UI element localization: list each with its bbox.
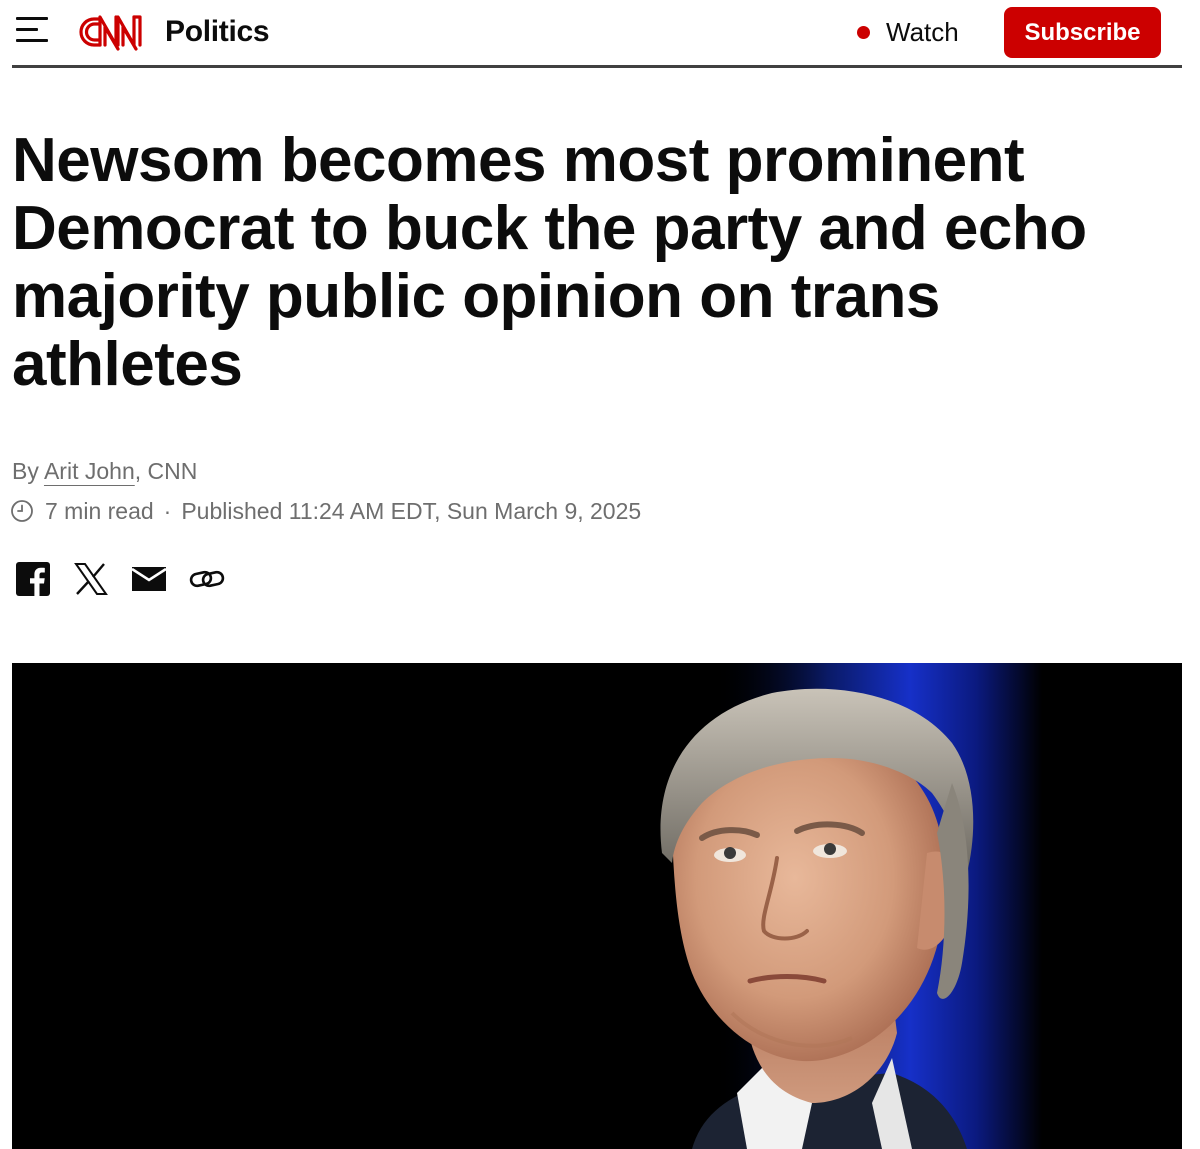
watch-label: Watch <box>886 16 959 47</box>
read-time: 7 min read <box>45 498 154 524</box>
copy-link-button[interactable] <box>188 560 226 598</box>
email-share-button[interactable] <box>130 560 168 598</box>
article-headline: Newsom becomes most prominent Democrat t… <box>12 126 1087 399</box>
facebook-share-button[interactable] <box>14 560 52 598</box>
subscribe-button[interactable]: Subscribe <box>1004 7 1161 58</box>
author-link[interactable]: Arit John <box>44 458 135 484</box>
byline-suffix: , CNN <box>134 458 198 484</box>
clock-icon <box>11 500 33 522</box>
email-icon <box>131 567 167 591</box>
link-icon <box>189 570 225 588</box>
watch-link[interactable]: Watch <box>857 12 959 52</box>
x-icon <box>74 563 108 595</box>
portrait-illustration <box>12 663 1182 1149</box>
hero-image <box>12 663 1182 1149</box>
live-dot-icon <box>857 25 870 39</box>
section-politics-link[interactable]: Politics <box>165 12 270 52</box>
hamburger-menu-icon[interactable] <box>16 17 48 43</box>
meta-separator: · <box>163 498 172 524</box>
share-bar <box>14 560 246 598</box>
facebook-icon <box>16 562 50 597</box>
cnn-logo[interactable] <box>78 11 160 51</box>
byline: By Arit John, CNN <box>12 456 197 486</box>
x-share-button[interactable] <box>72 560 110 598</box>
published-date: Published 11:24 AM EDT, Sun March 9, 202… <box>181 498 642 524</box>
article-timestamp: 7 min read · Published 11:24 AM EDT, Sun… <box>10 496 641 526</box>
site-header: Politics Watch Subscribe <box>12 0 1182 68</box>
byline-prefix: By <box>12 458 44 484</box>
